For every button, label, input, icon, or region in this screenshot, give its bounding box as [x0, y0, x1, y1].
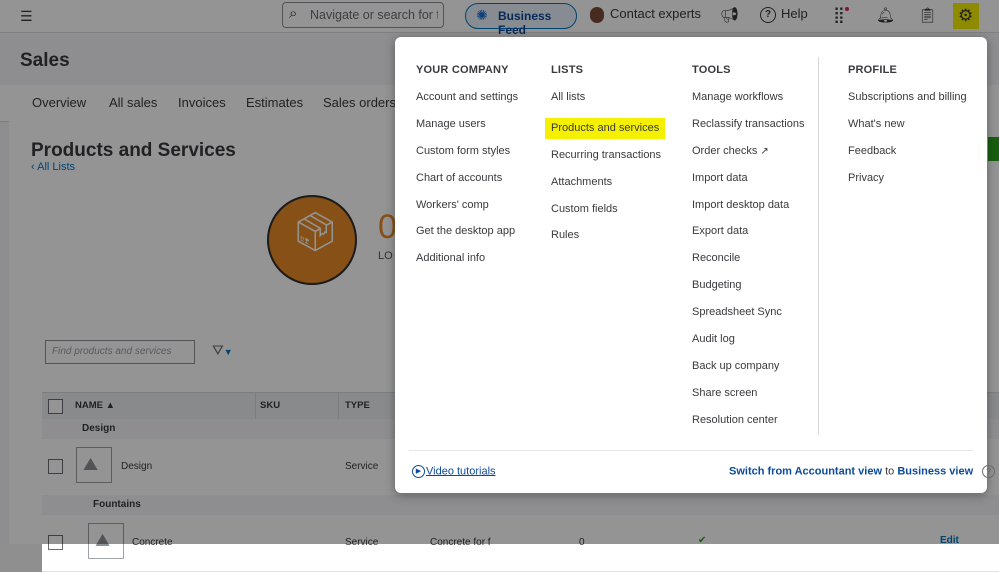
external-link-icon: ↗ — [760, 145, 769, 157]
menu-back-up-company[interactable]: Back up company — [692, 360, 805, 373]
menu-audit-log[interactable]: Audit log — [692, 333, 805, 346]
menu-reconcile[interactable]: Reconcile — [692, 252, 805, 265]
menu-attachments[interactable]: Attachments — [551, 176, 665, 189]
your-company-column: YOUR COMPANY Account and settings Manage… — [416, 64, 518, 279]
lists-column: LISTS All lists Products and services Re… — [545, 64, 666, 256]
menu-divider — [818, 57, 819, 435]
menu-chart-of-accounts[interactable]: Chart of accounts — [416, 172, 518, 185]
play-icon: ▶ — [412, 465, 425, 478]
menu-products-and-services[interactable]: Products and services — [545, 117, 666, 139]
menu-subscriptions-and-billing[interactable]: Subscriptions and billing — [848, 91, 967, 104]
menu-manage-users[interactable]: Manage users — [416, 118, 518, 131]
menu-reclassify-transactions[interactable]: Reclassify transactions — [692, 118, 805, 131]
menu-order-checks-label: Order checks — [692, 144, 758, 157]
menu-recurring-transactions[interactable]: Recurring transactions — [551, 149, 665, 162]
menu-manage-workflows[interactable]: Manage workflows — [692, 91, 805, 104]
switch-target-label: Business view — [897, 465, 974, 478]
menu-whats-new[interactable]: What's new — [848, 118, 967, 131]
profile-column: PROFILE Subscriptions and billing What's… — [848, 64, 967, 199]
footer-divider — [409, 450, 973, 451]
menu-all-lists[interactable]: All lists — [551, 91, 665, 104]
tools-column: TOOLS Manage workflows Reclassify transa… — [692, 64, 805, 441]
menu-custom-form-styles[interactable]: Custom form styles — [416, 145, 518, 158]
lists-heading: LISTS — [551, 64, 584, 76]
info-icon[interactable]: ? — [982, 465, 996, 478]
tools-heading: TOOLS — [692, 64, 731, 76]
your-company-heading: YOUR COMPANY — [416, 64, 509, 76]
menu-budgeting[interactable]: Budgeting — [692, 279, 805, 292]
menu-additional-info[interactable]: Additional info — [416, 252, 518, 265]
menu-export-data[interactable]: Export data — [692, 225, 805, 238]
menu-workers-comp[interactable]: Workers' comp — [416, 199, 518, 212]
switch-from-label: Switch from Accountant view — [729, 465, 883, 478]
menu-get-desktop-app[interactable]: Get the desktop app — [416, 225, 518, 238]
profile-heading: PROFILE — [848, 64, 898, 76]
video-tutorials-label: Video tutorials — [426, 465, 496, 478]
menu-account-and-settings[interactable]: Account and settings — [416, 91, 518, 104]
menu-resolution-center[interactable]: Resolution center — [692, 414, 805, 427]
menu-import-desktop-data[interactable]: Import desktop data — [692, 199, 805, 212]
video-tutorials-link[interactable]: ▶ Video tutorials — [412, 465, 496, 478]
menu-order-checks[interactable]: Order checks ↗ — [692, 145, 805, 158]
menu-rules[interactable]: Rules — [551, 229, 665, 242]
menu-feedback[interactable]: Feedback — [848, 145, 967, 158]
menu-custom-fields[interactable]: Custom fields — [551, 203, 665, 216]
switch-view-link[interactable]: Switch from Accountant view to Business … — [729, 465, 996, 478]
menu-spreadsheet-sync[interactable]: Spreadsheet Sync — [692, 306, 805, 319]
menu-privacy[interactable]: Privacy — [848, 172, 967, 185]
settings-menu: YOUR COMPANY Account and settings Manage… — [395, 37, 996, 493]
menu-share-screen[interactable]: Share screen — [692, 387, 805, 400]
menu-import-data[interactable]: Import data — [692, 172, 805, 185]
switch-to-word: to — [885, 465, 895, 478]
